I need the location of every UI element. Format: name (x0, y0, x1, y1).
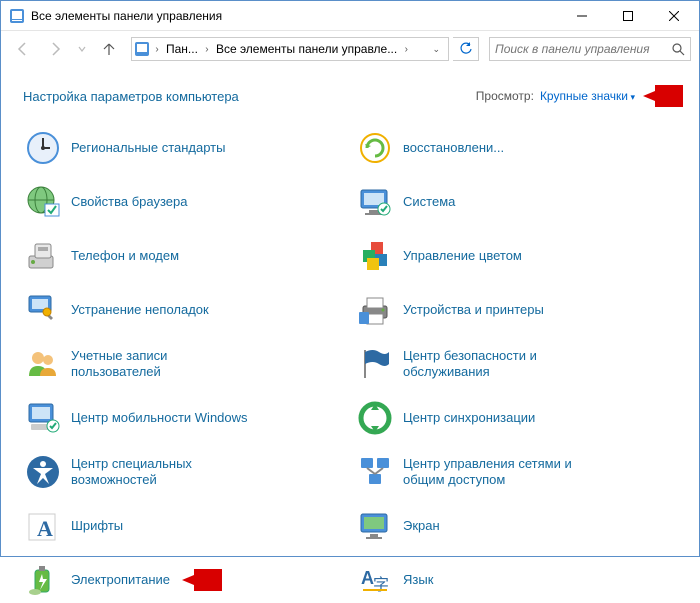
item-label: Устройства и принтеры (403, 302, 544, 318)
item-label: Центр мобильности Windows (71, 410, 248, 426)
power-icon (23, 560, 63, 600)
item-label: Устранение неполадок (71, 302, 209, 318)
breadcrumb-item[interactable]: Пан... (164, 42, 200, 56)
breadcrumb-dropdown[interactable]: ⌄ (426, 44, 446, 55)
search-input[interactable] (495, 42, 671, 56)
control-panel-icon (134, 41, 150, 57)
header-row: Настройка параметров компьютера Просмотр… (23, 85, 683, 107)
svg-text:字: 字 (373, 576, 389, 594)
item-display[interactable]: Экран (355, 503, 683, 549)
display-icon (355, 506, 395, 546)
up-button[interactable] (95, 35, 123, 63)
accessibility-icon (23, 452, 63, 492)
breadcrumb[interactable]: › Пан... › Все элементы панели управле..… (131, 37, 449, 61)
item-phone-modem[interactable]: Телефон и модем (23, 233, 351, 279)
item-label: восстановлени... (403, 140, 504, 156)
item-label: Телефон и модем (71, 248, 179, 264)
item-troubleshooting[interactable]: Устранение неполадок (23, 287, 351, 333)
refresh-button[interactable] (453, 37, 479, 61)
item-ease-of-access[interactable]: Центр специальных возможностей (23, 449, 351, 495)
titlebar: Все элементы панели управления (1, 1, 699, 31)
item-label: Свойства браузера (71, 194, 187, 210)
users-icon (23, 344, 63, 384)
item-label: Региональные стандарты (71, 140, 225, 156)
toolbar: › Пан... › Все элементы панели управле..… (1, 31, 699, 67)
history-dropdown[interactable] (73, 35, 91, 63)
globe-check-icon (23, 182, 63, 222)
chevron-right-icon: › (152, 44, 162, 55)
breadcrumb-item[interactable]: Все элементы панели управле... (214, 42, 399, 56)
item-security-maintenance[interactable]: Центр безопасности и обслуживания (355, 341, 683, 387)
item-user-accounts[interactable]: Учетные записи пользователей (23, 341, 351, 387)
item-regional[interactable]: Региональные стандарты (23, 125, 351, 171)
item-label: Шрифты (71, 518, 123, 534)
item-sync-center[interactable]: Центр синхронизации (355, 395, 683, 441)
item-label: Экран (403, 518, 440, 534)
forward-button[interactable] (41, 35, 69, 63)
item-label: Электропитание (71, 572, 170, 588)
item-label: Учетные записи пользователей (71, 348, 251, 381)
recovery-icon (355, 128, 395, 168)
item-label: Центр управления сетями и общим доступом (403, 456, 583, 489)
control-panel-icon (9, 8, 25, 24)
color-icon (355, 236, 395, 276)
item-mobility-center[interactable]: Центр мобильности Windows (23, 395, 351, 441)
svg-text:A: A (37, 516, 53, 541)
item-devices-printers[interactable]: Устройства и принтеры (355, 287, 683, 333)
chevron-right-icon: › (401, 44, 411, 55)
item-label: Центр специальных возможностей (71, 456, 251, 489)
language-icon: A字 (355, 560, 395, 600)
sync-icon (355, 398, 395, 438)
network-icon (355, 452, 395, 492)
annotation-arrow (182, 569, 222, 591)
item-internet-options[interactable]: Свойства браузера (23, 179, 351, 225)
items-grid: Региональные стандарты восстановлени... … (23, 125, 683, 603)
item-label: Система (403, 194, 455, 210)
chevron-right-icon: › (202, 44, 212, 55)
item-fonts[interactable]: A Шрифты (23, 503, 351, 549)
printer-icon (355, 290, 395, 330)
item-label: Язык (403, 572, 433, 588)
fonts-icon: A (23, 506, 63, 546)
search-icon[interactable] (671, 42, 685, 56)
item-recovery[interactable]: восстановлени... (355, 125, 683, 171)
item-label: Центр синхронизации (403, 410, 535, 426)
system-icon (355, 182, 395, 222)
phone-modem-icon (23, 236, 63, 276)
window-title: Все элементы панели управления (31, 9, 559, 23)
item-label: Управление цветом (403, 248, 522, 264)
maximize-button[interactable] (605, 1, 651, 31)
item-color-management[interactable]: Управление цветом (355, 233, 683, 279)
item-language[interactable]: A字 Язык (355, 557, 683, 603)
troubleshoot-icon (23, 290, 63, 330)
annotation-arrow (643, 85, 683, 107)
page-title: Настройка параметров компьютера (23, 89, 476, 104)
item-label: Центр безопасности и обслуживания (403, 348, 583, 381)
search-box[interactable] (489, 37, 691, 61)
view-dropdown[interactable]: Крупные значки (540, 89, 635, 103)
back-button[interactable] (9, 35, 37, 63)
content: Настройка параметров компьютера Просмотр… (1, 67, 699, 603)
item-network-sharing[interactable]: Центр управления сетями и общим доступом (355, 449, 683, 495)
minimize-button[interactable] (559, 1, 605, 31)
mobility-icon (23, 398, 63, 438)
item-system[interactable]: Система (355, 179, 683, 225)
globe-clock-icon (23, 128, 63, 168)
flag-icon (355, 344, 395, 384)
close-button[interactable] (651, 1, 697, 31)
view-label: Просмотр: (476, 89, 534, 103)
item-power-options[interactable]: Электропитание (23, 557, 351, 603)
